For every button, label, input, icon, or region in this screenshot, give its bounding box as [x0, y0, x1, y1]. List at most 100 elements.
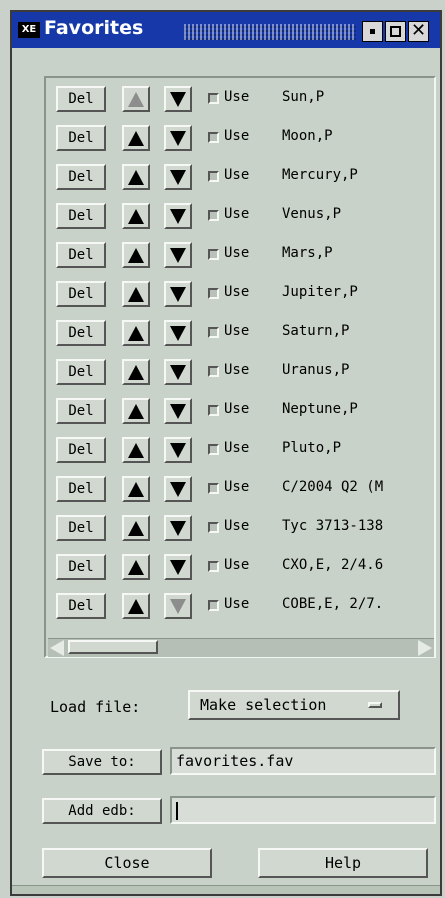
arrow-down-icon: [170, 482, 186, 497]
xe-app-icon[interactable]: XE: [18, 22, 40, 38]
scroll-thumb[interactable]: [68, 640, 158, 654]
delete-button[interactable]: Del: [56, 203, 106, 229]
move-down-button[interactable]: [164, 242, 192, 268]
save-to-button[interactable]: Save to:: [42, 749, 162, 775]
load-file-selection: Make selection: [200, 696, 327, 714]
use-checkbox[interactable]: [208, 249, 219, 260]
arrow-up-icon: [128, 560, 144, 575]
move-up-button[interactable]: [122, 359, 150, 385]
move-down-button[interactable]: [164, 86, 192, 112]
move-down-button[interactable]: [164, 593, 192, 619]
use-checkbox[interactable]: [208, 93, 219, 104]
favorite-row: Del Use Uranus,P: [50, 357, 434, 387]
load-file-menu[interactable]: Make selection: [188, 690, 400, 720]
use-label: Use: [224, 245, 250, 261]
maximize-button[interactable]: [385, 21, 406, 42]
save-to-field[interactable]: favorites.fav: [170, 747, 436, 775]
move-up-button[interactable]: [122, 281, 150, 307]
move-up-button[interactable]: [122, 398, 150, 424]
use-label: Use: [224, 518, 250, 534]
delete-button[interactable]: Del: [56, 125, 106, 151]
arrow-up-icon: [128, 209, 144, 224]
delete-button[interactable]: Del: [56, 476, 106, 502]
delete-button[interactable]: Del: [56, 437, 106, 463]
use-checkbox[interactable]: [208, 483, 219, 494]
use-checkbox[interactable]: [208, 405, 219, 416]
use-checkbox[interactable]: [208, 561, 219, 572]
move-up-button[interactable]: [122, 203, 150, 229]
delete-button[interactable]: Del: [56, 359, 106, 385]
use-checkbox[interactable]: [208, 288, 219, 299]
move-down-button[interactable]: [164, 554, 192, 580]
delete-button[interactable]: Del: [56, 398, 106, 424]
horizontal-scrollbar[interactable]: [48, 638, 434, 657]
use-label: Use: [224, 479, 250, 495]
arrow-down-icon: [170, 404, 186, 419]
move-down-button[interactable]: [164, 281, 192, 307]
title-grip[interactable]: [184, 24, 356, 40]
use-label: Use: [224, 323, 250, 339]
delete-button[interactable]: Del: [56, 593, 106, 619]
delete-button[interactable]: Del: [56, 242, 106, 268]
move-down-button[interactable]: [164, 398, 192, 424]
favorite-row: Del Use Mars,P: [50, 240, 434, 270]
move-up-button[interactable]: [122, 437, 150, 463]
bottom-scrollbar-strip[interactable]: [12, 885, 440, 894]
help-button[interactable]: Help: [258, 848, 428, 878]
move-down-button[interactable]: [164, 125, 192, 151]
object-name: Sun,P: [282, 89, 325, 105]
arrow-up-icon: [128, 326, 144, 341]
move-down-button[interactable]: [164, 164, 192, 190]
move-up-button[interactable]: [122, 86, 150, 112]
close-window-button[interactable]: ✕: [408, 20, 429, 42]
arrow-up-icon: [128, 482, 144, 497]
scroll-left-arrow-icon[interactable]: [50, 640, 64, 656]
move-down-button[interactable]: [164, 476, 192, 502]
delete-button[interactable]: Del: [56, 86, 106, 112]
use-checkbox[interactable]: [208, 522, 219, 533]
move-down-button[interactable]: [164, 203, 192, 229]
move-up-button[interactable]: [122, 242, 150, 268]
add-edb-field[interactable]: [170, 796, 436, 824]
favorite-row: Del Use Pluto,P: [50, 435, 434, 465]
move-up-button[interactable]: [122, 554, 150, 580]
move-down-button[interactable]: [164, 437, 192, 463]
use-checkbox[interactable]: [208, 132, 219, 143]
move-down-button[interactable]: [164, 359, 192, 385]
move-up-button[interactable]: [122, 593, 150, 619]
move-down-button[interactable]: [164, 320, 192, 346]
minimize-button[interactable]: [362, 21, 383, 42]
favorite-row: Del Use Venus,P: [50, 201, 434, 231]
text-caret: [176, 802, 178, 820]
load-file-label: Load file:: [50, 698, 141, 716]
favorite-row: Del Use Sun,P: [50, 84, 434, 114]
move-down-button[interactable]: [164, 515, 192, 541]
add-edb-button[interactable]: Add edb:: [42, 798, 162, 824]
arrow-down-icon: [170, 248, 186, 263]
use-checkbox[interactable]: [208, 171, 219, 182]
title-bar[interactable]: XE Favorites ✕: [12, 12, 440, 48]
delete-button[interactable]: Del: [56, 515, 106, 541]
arrow-down-icon: [170, 443, 186, 458]
move-up-button[interactable]: [122, 515, 150, 541]
delete-button[interactable]: Del: [56, 281, 106, 307]
scroll-right-arrow-icon[interactable]: [418, 640, 432, 656]
move-up-button[interactable]: [122, 320, 150, 346]
favorite-row: Del Use Tyc 3713-138: [50, 513, 434, 543]
delete-button[interactable]: Del: [56, 164, 106, 190]
object-name: Venus,P: [282, 206, 342, 222]
use-checkbox[interactable]: [208, 210, 219, 221]
object-name: Mars,P: [282, 245, 333, 261]
close-button[interactable]: Close: [42, 848, 212, 878]
object-name: Neptune,P: [282, 401, 358, 417]
use-checkbox[interactable]: [208, 366, 219, 377]
use-checkbox[interactable]: [208, 600, 219, 611]
move-up-button[interactable]: [122, 125, 150, 151]
arrow-up-icon: [128, 92, 144, 107]
move-up-button[interactable]: [122, 476, 150, 502]
delete-button[interactable]: Del: [56, 554, 106, 580]
move-up-button[interactable]: [122, 164, 150, 190]
delete-button[interactable]: Del: [56, 320, 106, 346]
use-checkbox[interactable]: [208, 444, 219, 455]
use-checkbox[interactable]: [208, 327, 219, 338]
